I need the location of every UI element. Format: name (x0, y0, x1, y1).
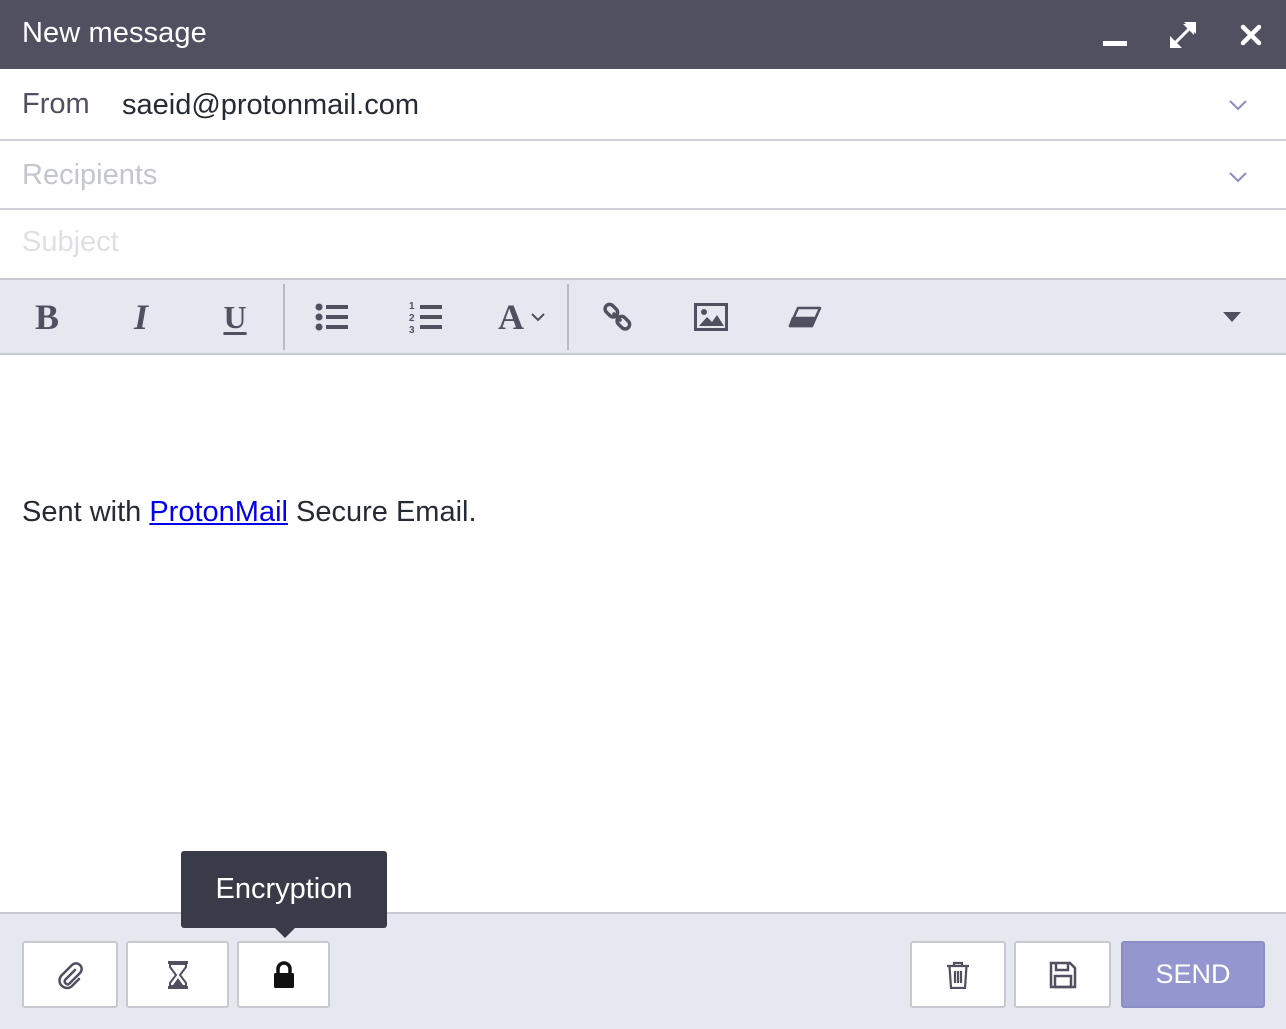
chevron-down-icon[interactable] (1226, 165, 1250, 189)
chevron-down-icon (531, 313, 545, 322)
subject-input[interactable] (22, 226, 1262, 259)
save-draft-button[interactable] (1014, 941, 1111, 1008)
attachment-button[interactable] (22, 941, 118, 1008)
font-icon: A (498, 297, 524, 337)
toolbar-divider (567, 284, 569, 350)
caret-down-icon (1223, 312, 1241, 322)
more-options-button[interactable] (1208, 294, 1256, 340)
bulleted-list-button[interactable] (308, 294, 356, 340)
italic-button[interactable]: I (117, 294, 165, 340)
link-icon (603, 302, 632, 331)
signature-prefix: Sent with (22, 496, 150, 528)
minimize-icon[interactable] (1097, 17, 1133, 53)
close-icon[interactable] (1233, 17, 1269, 53)
tooltip-arrow (274, 927, 296, 938)
send-button[interactable]: SEND (1121, 941, 1265, 1008)
encryption-tooltip: Encryption (181, 851, 387, 928)
trash-icon (947, 961, 969, 989)
signature-suffix: Secure Email. (287, 496, 477, 528)
toolbar-divider (283, 284, 285, 350)
delete-draft-button[interactable] (910, 941, 1006, 1008)
recipients-input[interactable] (22, 159, 1202, 192)
font-style-button[interactable]: A (490, 294, 556, 340)
paperclip-icon (58, 961, 83, 989)
formatting-toolbar: B I U 1 2 3 A (0, 280, 1286, 355)
subject-row (0, 210, 1286, 280)
insert-image-button[interactable] (687, 294, 735, 340)
italic-icon: I (133, 297, 148, 337)
svg-text:2: 2 (409, 313, 415, 324)
chevron-down-icon[interactable] (1226, 93, 1250, 117)
composer-titlebar: New message (0, 0, 1286, 69)
bold-icon: B (34, 297, 59, 337)
image-icon (694, 303, 728, 331)
bold-button[interactable]: B (23, 294, 71, 340)
svg-text:1: 1 (409, 301, 415, 312)
recipients-row (0, 141, 1286, 210)
save-icon (1049, 961, 1076, 988)
numbered-list-button[interactable]: 1 2 3 (402, 294, 450, 340)
numbered-list-icon: 1 2 3 (409, 301, 442, 334)
from-address-select[interactable]: saeid@protonmail.com (122, 89, 419, 122)
hourglass-icon (167, 960, 188, 989)
protonmail-link[interactable]: ProtonMail (149, 496, 288, 528)
composer-footer: SEND (0, 912, 1286, 1029)
encryption-button[interactable] (237, 941, 330, 1008)
window-title: New message (22, 17, 207, 49)
message-body[interactable]: Sent with ProtonMail Secure Email. (0, 355, 1286, 912)
lock-icon (273, 960, 294, 988)
bulleted-list-icon (315, 303, 348, 331)
svg-text:3: 3 (409, 325, 415, 334)
signature: Sent with ProtonMail Secure Email. (22, 496, 477, 529)
maximize-icon[interactable] (1165, 17, 1201, 53)
eraser-icon (788, 306, 822, 328)
clear-formatting-button[interactable] (781, 294, 829, 340)
from-label: From (22, 88, 90, 120)
expiration-button[interactable] (126, 941, 229, 1008)
from-row: From saeid@protonmail.com (0, 69, 1286, 141)
underline-button[interactable]: U (211, 294, 259, 340)
underline-icon: U (223, 298, 247, 335)
insert-link-button[interactable] (593, 294, 641, 340)
tooltip-label: Encryption (215, 873, 353, 905)
